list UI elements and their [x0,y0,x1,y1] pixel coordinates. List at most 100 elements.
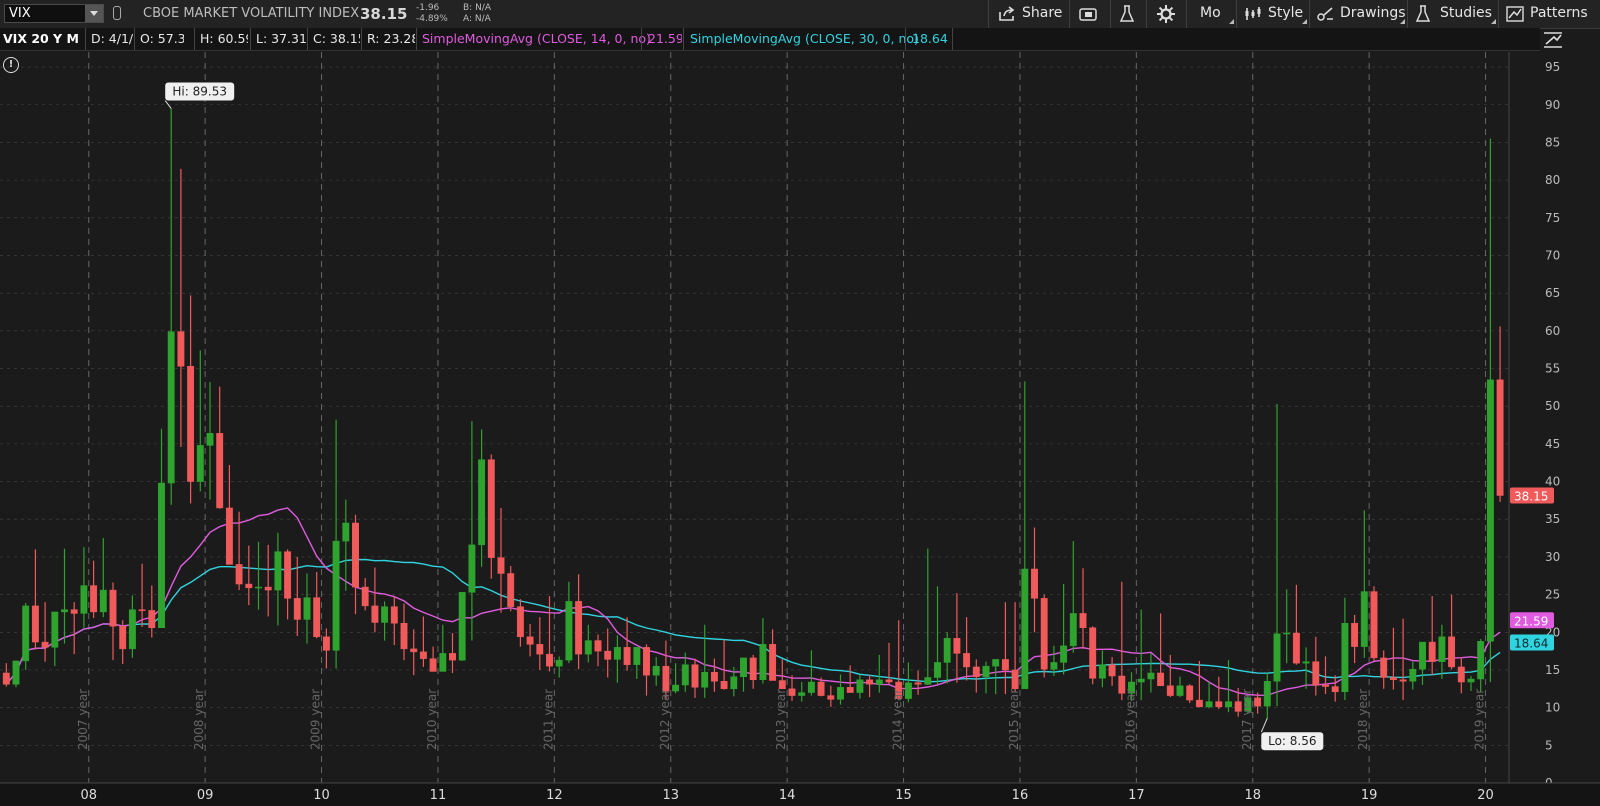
candle-body [158,482,165,629]
toolbar-divider [1110,0,1111,28]
candle-body [1147,672,1155,680]
candle-body [934,662,941,678]
candle-body [866,679,874,685]
info-divider [134,28,135,50]
candle-body [516,606,524,638]
chart-area[interactable]: 0510152025303540455055606570758085909538… [0,0,1600,806]
last-price: 38.15 [360,5,408,23]
flask-icon[interactable] [1119,5,1135,23]
info-divider [952,28,953,50]
candle-body [1108,664,1116,677]
x-tick-label: 10 [313,788,330,803]
candle-body [293,598,301,620]
candle-body [303,597,311,620]
candle-body [361,586,369,607]
toolbar-divider [1069,0,1070,28]
candle-body [1292,632,1300,664]
candle-body [390,606,398,624]
sma30-value: 18.64 [912,31,948,46]
candle-body [1341,622,1349,693]
candle-body [643,647,650,676]
chevron-down-icon[interactable] [85,5,103,22]
studies-label: Studies [1440,5,1492,21]
candle-body [1176,685,1184,696]
expand-panel-icon[interactable] [1542,30,1564,50]
candle-body [352,522,359,588]
x-tick-label: 14 [779,788,796,803]
year-label: 2012 year [658,689,672,750]
gear-icon[interactable] [1157,5,1175,23]
candle-body [1370,591,1378,659]
share-icon [999,6,1015,21]
candle-body [274,551,282,591]
high-value: H: 60.59 [200,31,248,46]
candle-body [371,605,379,623]
candle-body [1273,633,1281,682]
year-label: 2016 year [1123,689,1137,750]
candle-body [856,679,864,693]
alert-icon[interactable]: ! [3,57,19,73]
candle-body [1477,641,1485,680]
candle-body [827,695,835,700]
drawings-icon [1317,7,1333,21]
bid-value: B: N/A [463,3,491,13]
candle-body [575,601,583,655]
drawings-label: Drawings [1340,5,1406,21]
candle-body [691,664,699,688]
symbol-input[interactable]: VIX [4,4,104,23]
candle-body [99,589,107,613]
y-tick-label: 40 [1545,475,1560,489]
candle-body [1060,645,1068,663]
y-tick-label: 10 [1545,701,1560,715]
candle-body [1069,613,1077,647]
ask-value: A: N/A [463,14,491,24]
screenshot-icon[interactable] [1079,6,1097,22]
candle-body [216,433,224,509]
aggregation-button[interactable]: Mo [1200,5,1221,21]
toolbar-divider [988,0,989,28]
year-label: 2008 year [192,689,206,750]
y-tick-label: 30 [1545,550,1560,564]
y-tick-label: 75 [1545,211,1560,225]
link-icon[interactable] [113,6,121,20]
candle-body [1031,568,1038,599]
info-divider [194,28,195,50]
close-value: C: 38.15 [313,31,360,46]
candle-body [187,366,195,482]
y-tick-label: 95 [1545,60,1560,74]
x-tick-label: 15 [895,788,912,803]
candle-body [1419,641,1426,670]
candle-body [196,445,204,482]
candle-body [1496,379,1504,496]
y-tick-label: 55 [1545,362,1560,376]
candle-body [914,682,922,685]
y-tick-label: 80 [1545,173,1560,187]
candle-body [846,687,854,693]
toolbar-divider [1186,0,1187,28]
candle-body [1157,672,1165,687]
candle-body [924,677,932,685]
candle-body [623,647,631,665]
candle-body [701,671,709,688]
candle-body [584,640,592,655]
y-tick-label: 25 [1545,588,1560,602]
sma14-value: 21.59 [648,31,682,46]
candle-body [487,459,495,558]
candle-body [22,605,30,662]
info-divider [85,28,86,50]
low-value: L: 37.31 [256,31,306,46]
candle-body [1098,664,1106,679]
candle-body [507,573,515,607]
candle-body [555,659,563,667]
candle-body [313,597,321,638]
year-label: 2014 year [891,689,905,750]
toolbar-divider [1498,0,1499,28]
candle-body [662,665,670,692]
sma30-tag-text: 18.64 [1514,637,1548,651]
info-divider [250,28,251,50]
candle-body [594,640,602,652]
candle-body [1254,697,1262,707]
candle-body [759,644,767,681]
candle-body [148,610,156,629]
candle-body [778,680,786,690]
